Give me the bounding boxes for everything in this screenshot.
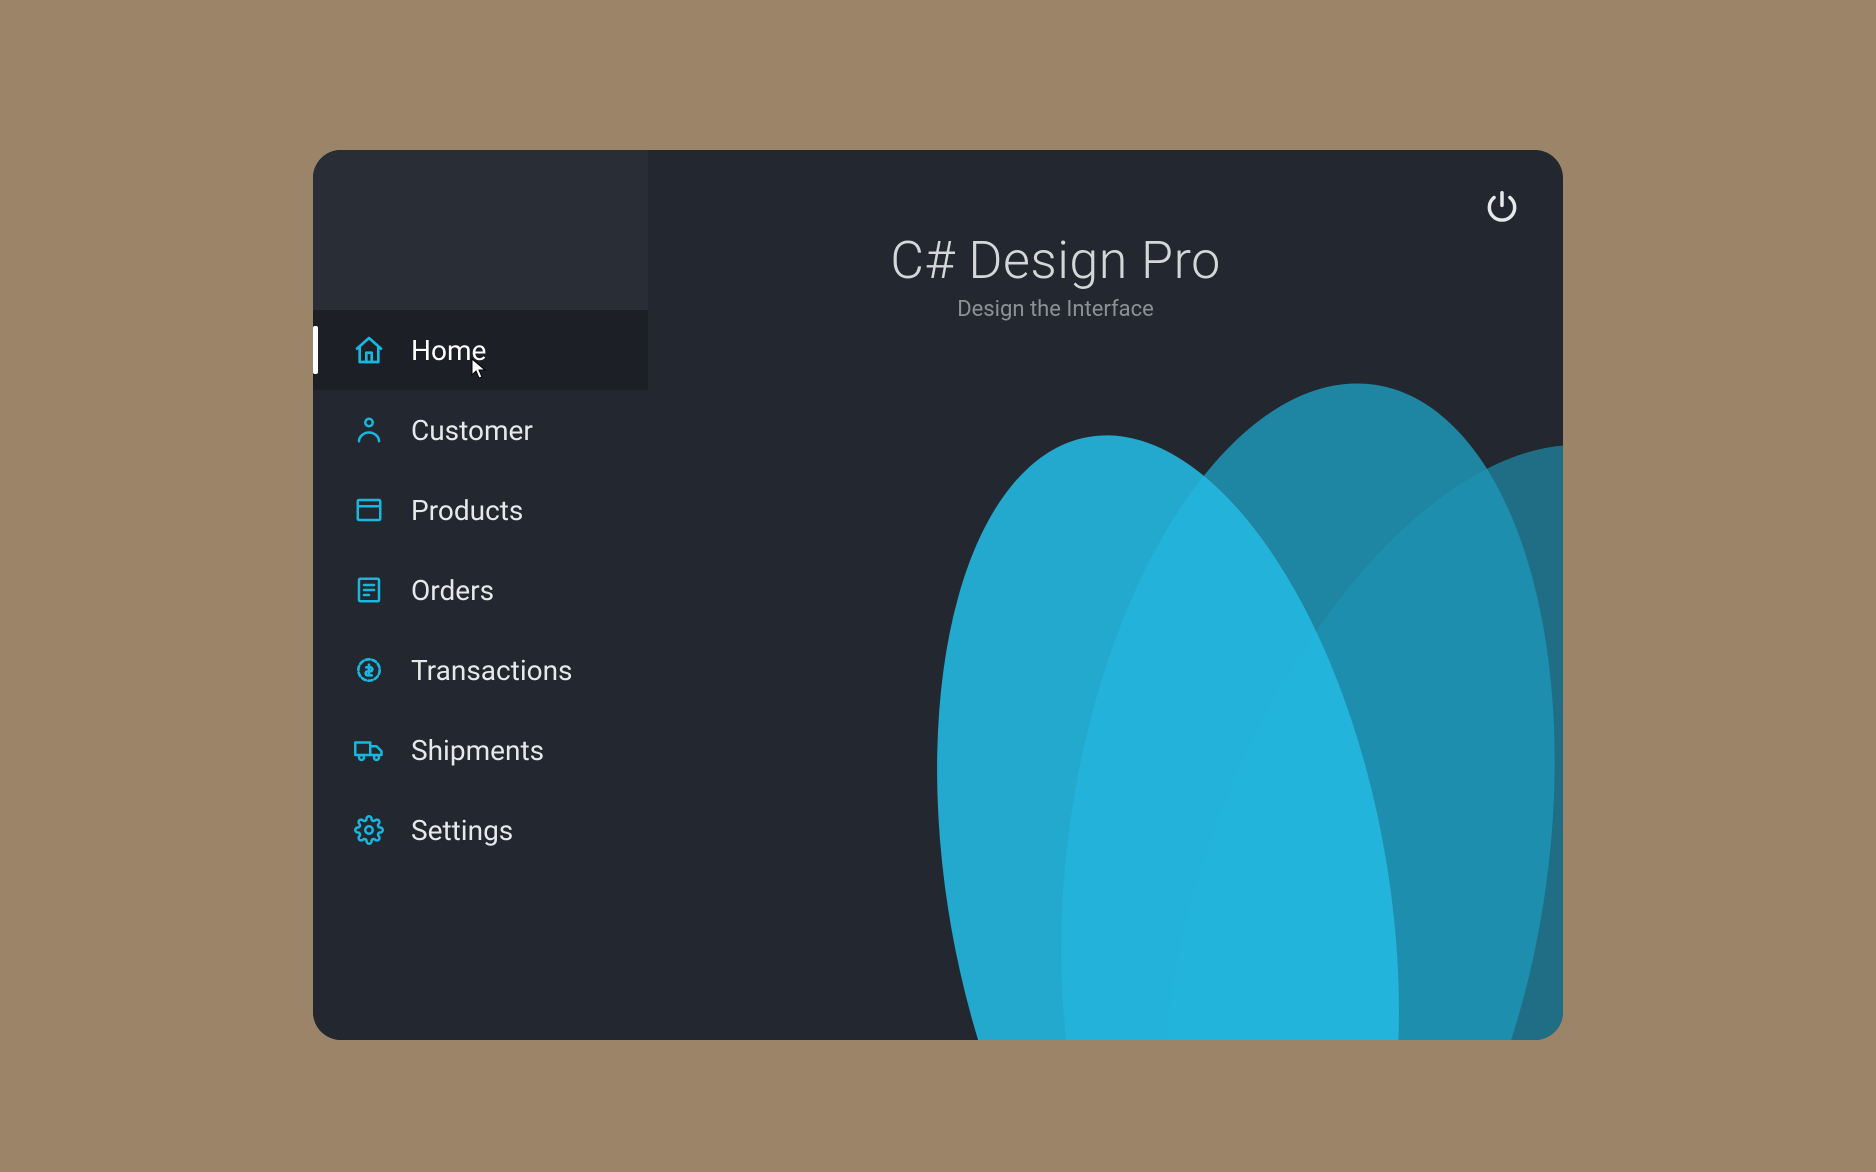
truck-icon bbox=[351, 732, 387, 768]
sidebar-item-label: Shipments bbox=[411, 734, 544, 767]
box-icon bbox=[351, 492, 387, 528]
sidebar-item-home[interactable]: Home bbox=[313, 310, 648, 390]
sidebar-item-label: Transactions bbox=[411, 654, 573, 687]
sidebar-item-orders[interactable]: Orders bbox=[313, 550, 648, 630]
main-content: C# Design Pro Design the Interface bbox=[648, 150, 1563, 1040]
sidebar-item-products[interactable]: Products bbox=[313, 470, 648, 550]
sidebar-item-label: Products bbox=[411, 494, 523, 527]
app-title: C# Design Pro bbox=[648, 230, 1463, 291]
app-subtitle: Design the Interface bbox=[648, 297, 1463, 322]
sidebar-item-label: Customer bbox=[411, 414, 533, 447]
user-icon bbox=[351, 412, 387, 448]
orders-icon bbox=[351, 572, 387, 608]
sidebar-item-label: Home bbox=[411, 334, 486, 367]
sidebar-item-customer[interactable]: Customer bbox=[313, 390, 648, 470]
sidebar-item-settings[interactable]: Settings bbox=[313, 790, 648, 870]
home-icon bbox=[351, 332, 387, 368]
sidebar-item-label: Orders bbox=[411, 574, 494, 607]
gear-icon bbox=[351, 812, 387, 848]
title-block: C# Design Pro Design the Interface bbox=[648, 230, 1463, 322]
sidebar-item-shipments[interactable]: Shipments bbox=[313, 710, 648, 790]
sidebar: Home Customer Products bbox=[313, 150, 648, 1040]
power-button[interactable] bbox=[1477, 182, 1527, 232]
transactions-icon bbox=[351, 652, 387, 688]
app-window: Home Customer Products bbox=[313, 150, 1563, 1040]
power-icon bbox=[1483, 188, 1521, 226]
sidebar-item-transactions[interactable]: Transactions bbox=[313, 630, 648, 710]
sidebar-item-label: Settings bbox=[411, 814, 513, 847]
